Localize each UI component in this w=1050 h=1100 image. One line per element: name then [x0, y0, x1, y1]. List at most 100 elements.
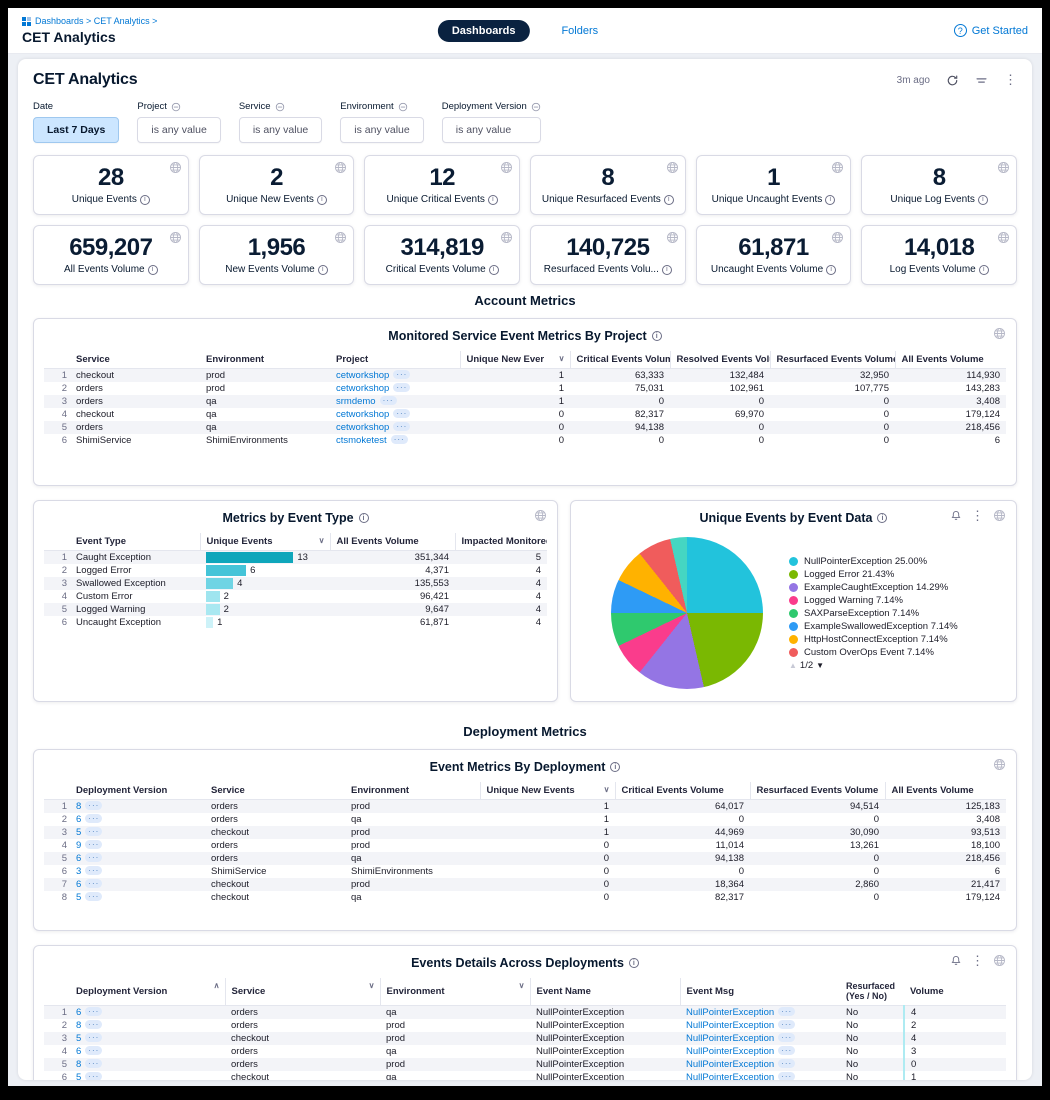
dashboard-filters-icon[interactable]: [975, 74, 988, 87]
info-icon[interactable]: i: [664, 195, 674, 205]
globe-icon[interactable]: [169, 161, 182, 174]
ellipsis-badge[interactable]: ···: [85, 1007, 102, 1016]
unique-events-bar[interactable]: [206, 591, 220, 602]
ellipsis-badge[interactable]: ···: [85, 1059, 102, 1068]
filter-link-icon[interactable]: [531, 102, 541, 112]
project-link[interactable]: cetworkshop···: [336, 422, 410, 433]
info-icon[interactable]: i: [826, 265, 836, 275]
filter-value-chip[interactable]: is any value: [340, 117, 423, 143]
filter-value-chip[interactable]: is any value: [239, 117, 322, 143]
info-icon[interactable]: i: [629, 958, 639, 968]
col-event-type[interactable]: Event Type: [70, 533, 200, 551]
col-critical[interactable]: Critical Events Volume: [615, 782, 750, 800]
legend-page-down-icon[interactable]: ▼: [816, 661, 824, 670]
info-icon[interactable]: i: [979, 265, 989, 275]
ellipsis-badge[interactable]: ···: [85, 1020, 102, 1029]
col-environment[interactable]: Environment∨: [380, 978, 530, 1005]
ellipsis-badge[interactable]: ···: [85, 892, 102, 901]
info-icon[interactable]: i: [318, 265, 328, 275]
globe-icon[interactable]: [993, 758, 1006, 771]
info-icon[interactable]: i: [610, 762, 620, 772]
ellipsis-badge[interactable]: ···: [778, 1046, 795, 1055]
get-started-link[interactable]: ? Get Started: [954, 24, 1028, 37]
col-service[interactable]: Service: [205, 782, 345, 800]
bell-icon[interactable]: [950, 509, 962, 522]
ellipsis-badge[interactable]: ···: [393, 409, 410, 418]
info-icon[interactable]: i: [652, 331, 662, 341]
ellipsis-badge[interactable]: ···: [778, 1059, 795, 1068]
ellipsis-badge[interactable]: ···: [85, 1033, 102, 1042]
info-icon[interactable]: i: [489, 265, 499, 275]
deployment-version-link[interactable]: 3···: [76, 866, 102, 877]
ellipsis-badge[interactable]: ···: [85, 801, 102, 810]
ellipsis-badge[interactable]: ···: [85, 827, 102, 836]
project-link[interactable]: ctsmoketest···: [336, 435, 408, 446]
ellipsis-badge[interactable]: ···: [85, 1072, 102, 1080]
ellipsis-badge[interactable]: ···: [778, 1072, 795, 1080]
deployment-version-link[interactable]: 8···: [76, 1059, 102, 1070]
unique-events-bar[interactable]: [206, 617, 213, 628]
event-msg-link[interactable]: NullPointerException···: [686, 1033, 795, 1044]
event-msg-link[interactable]: NullPointerException···: [686, 1020, 795, 1031]
col-critical[interactable]: Critical Events Volume: [570, 351, 670, 369]
pie-chart[interactable]: [611, 537, 763, 689]
deployment-version-link[interactable]: 6···: [76, 1007, 102, 1018]
sort-desc-icon[interactable]: ∨: [519, 981, 525, 990]
info-icon[interactable]: i: [317, 195, 327, 205]
globe-icon[interactable]: [997, 161, 1010, 174]
deployment-version-link[interactable]: 6···: [76, 879, 102, 890]
bell-icon[interactable]: [950, 954, 962, 967]
deployment-version-link[interactable]: 6···: [76, 853, 102, 864]
ellipsis-badge[interactable]: ···: [393, 370, 410, 379]
kebab-menu-icon[interactable]: ⋮: [1004, 75, 1017, 85]
globe-icon[interactable]: [169, 231, 182, 244]
ellipsis-badge[interactable]: ···: [85, 1046, 102, 1055]
col-event-name[interactable]: Event Name: [530, 978, 680, 1005]
legend-item[interactable]: ExampleCaughtException 14.29%: [789, 582, 1000, 593]
deployment-version-link[interactable]: 5···: [76, 1033, 102, 1044]
col-unique-new-events[interactable]: Unique New Events∨: [480, 782, 615, 800]
col-volume[interactable]: Volume: [904, 978, 1006, 1005]
ellipsis-badge[interactable]: ···: [393, 422, 410, 431]
legend-item[interactable]: Logged Warning 7.14%: [789, 595, 1000, 606]
col-resurfaced[interactable]: Resurfaced Events Volume: [750, 782, 885, 800]
ellipsis-badge[interactable]: ···: [85, 866, 102, 875]
deployment-version-link[interactable]: 5···: [76, 827, 102, 838]
col-service[interactable]: Service∨: [225, 978, 380, 1005]
ellipsis-badge[interactable]: ···: [778, 1033, 795, 1042]
legend-item[interactable]: Logged Error 21.43%: [789, 569, 1000, 580]
legend-item[interactable]: HttpHostConnectException 7.14%: [789, 634, 1000, 645]
col-environment[interactable]: Environment: [345, 782, 480, 800]
project-link[interactable]: cetworkshop···: [336, 370, 410, 381]
tab-folders[interactable]: Folders: [547, 20, 612, 42]
filter-link-icon[interactable]: [275, 102, 285, 112]
breadcrumb[interactable]: Dashboards > CET Analytics >: [22, 16, 157, 26]
sort-desc-icon[interactable]: ∨: [369, 981, 375, 990]
kebab-menu-icon[interactable]: ⋮: [971, 511, 984, 521]
ellipsis-badge[interactable]: ···: [778, 1007, 795, 1016]
event-msg-link[interactable]: NullPointerException···: [686, 1072, 795, 1080]
globe-icon[interactable]: [500, 231, 513, 244]
col-service[interactable]: Service: [70, 351, 200, 369]
globe-icon[interactable]: [666, 161, 679, 174]
info-icon[interactable]: i: [662, 265, 672, 275]
sort-desc-icon[interactable]: ∨: [559, 354, 565, 363]
globe-icon[interactable]: [993, 509, 1006, 522]
globe-icon[interactable]: [993, 954, 1006, 967]
ellipsis-badge[interactable]: ···: [85, 840, 102, 849]
ellipsis-badge[interactable]: ···: [85, 879, 102, 888]
date-range-chip[interactable]: Last 7 Days: [33, 117, 119, 143]
info-icon[interactable]: i: [359, 513, 369, 523]
deployment-version-link[interactable]: 8···: [76, 801, 102, 812]
breadcrumb-text[interactable]: Dashboards > CET Analytics >: [35, 16, 157, 26]
col-deployment-version[interactable]: Deployment Version: [70, 782, 205, 800]
col-all[interactable]: All Events Volume: [895, 351, 1006, 369]
globe-icon[interactable]: [534, 509, 547, 522]
col-event-msg[interactable]: Event Msg: [680, 978, 840, 1005]
deployment-version-link[interactable]: 6···: [76, 1046, 102, 1057]
event-msg-link[interactable]: NullPointerException···: [686, 1059, 795, 1070]
globe-icon[interactable]: [334, 161, 347, 174]
ellipsis-badge[interactable]: ···: [85, 853, 102, 862]
info-icon[interactable]: i: [488, 195, 498, 205]
filter-link-icon[interactable]: [398, 102, 408, 112]
